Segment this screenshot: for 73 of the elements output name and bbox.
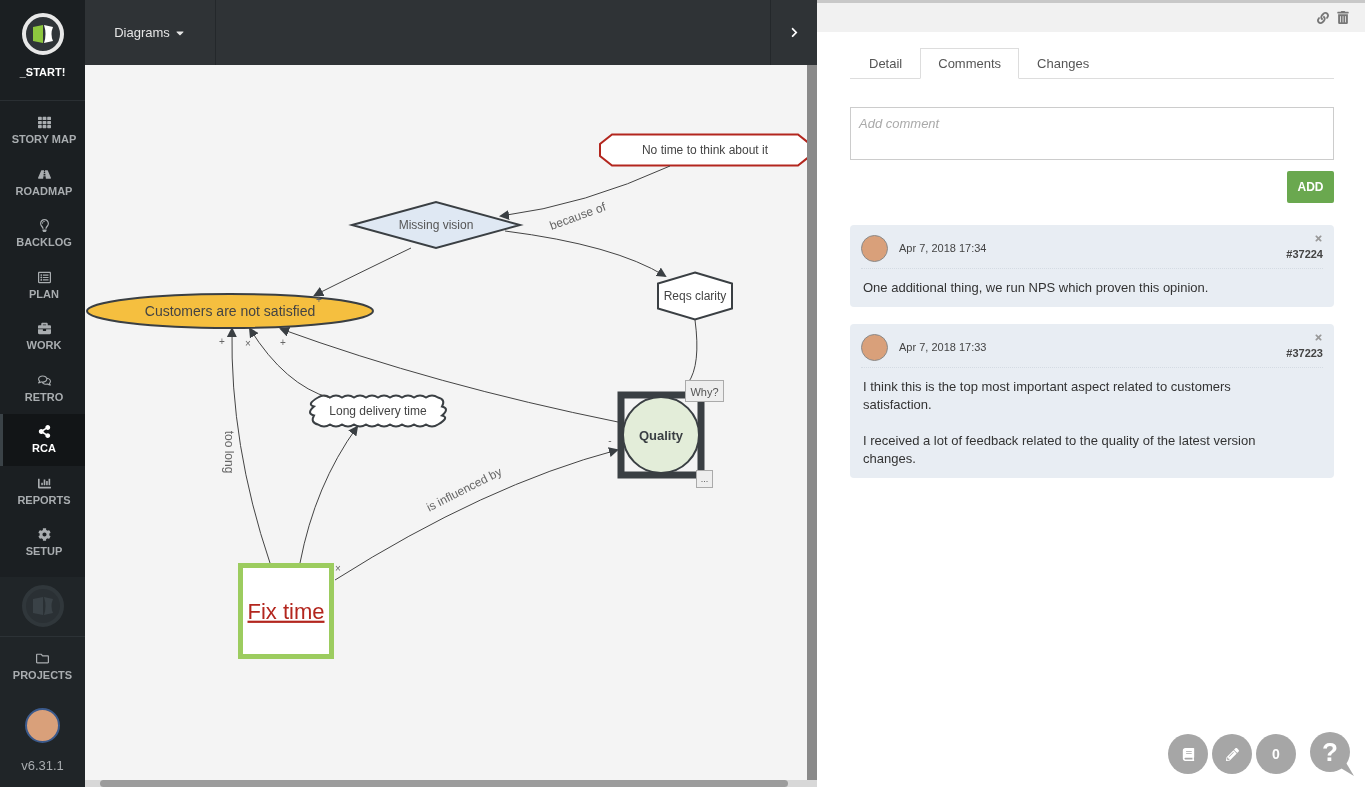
nav-item[interactable]: REPORTS: [0, 465, 85, 517]
share-icon: [37, 425, 51, 439]
node-label: Reqs clarity: [663, 289, 727, 304]
briefcase-icon: [37, 322, 51, 336]
horizontal-scrollbar[interactable]: [85, 780, 817, 787]
connector-sign: ×: [335, 563, 341, 574]
connector-arrow[interactable]: [248, 327, 331, 399]
comment-text: I received a lot of feedback related to the quality of the latest version changes.: [862, 432, 1257, 468]
connector-sign: +: [280, 337, 286, 348]
close-icon[interactable]: [1314, 333, 1323, 342]
book-button[interactable]: [1168, 734, 1208, 774]
trash-icon[interactable]: [1337, 11, 1349, 24]
faded-logo-icon: [20, 584, 65, 628]
node-label: Customers are not satisfied: [144, 302, 316, 319]
lightbulb-icon: [37, 219, 51, 233]
tab[interactable]: Comments: [920, 48, 1020, 79]
logo-icon: [20, 12, 65, 56]
connector-arrow[interactable]: [279, 326, 619, 423]
vertical-scrollbar[interactable]: [807, 65, 817, 780]
bar-chart-icon: [37, 476, 51, 490]
connector-sign: +: [219, 336, 225, 347]
tab[interactable]: Changes: [1019, 48, 1108, 79]
connector-arrow[interactable]: [299, 425, 359, 564]
connector-arrow[interactable]: [313, 247, 412, 296]
node-label: No time to think about it: [641, 143, 769, 158]
comment-number: #37224: [1286, 246, 1323, 262]
version-label: v6.31.1: [21, 756, 64, 775]
node-link[interactable]: Fix time: [247, 598, 325, 624]
logo-label: _START!: [19, 65, 66, 80]
node-label: Long delivery time: [329, 404, 427, 419]
node-label: Quality: [638, 427, 684, 443]
avatar: [861, 235, 888, 262]
comment-field[interactable]: Add comment: [850, 107, 1334, 160]
tab[interactable]: Detail: [851, 48, 921, 79]
road-icon: [37, 167, 51, 181]
square-node[interactable]: [238, 563, 334, 659]
diamond-node[interactable]: [348, 200, 524, 250]
comment-text: One additional thing, we run NPS which proven this opinion.: [862, 279, 1210, 297]
connector-sign: ×: [245, 338, 251, 349]
close-icon[interactable]: [1314, 234, 1323, 243]
pencil-icon: [1225, 747, 1239, 761]
link-icon[interactable]: [1317, 11, 1329, 24]
speech-bubbles-icon: [37, 373, 51, 387]
list-icon: [37, 270, 51, 284]
folder-icon: [36, 652, 49, 665]
comment-date: Apr 7, 2018 17:34: [899, 241, 987, 257]
nav-item[interactable]: WORK: [0, 311, 85, 363]
nav-item[interactable]: SETUP: [0, 517, 85, 569]
cloud-node[interactable]: [309, 394, 447, 428]
hexagon-node[interactable]: [657, 271, 733, 321]
comment-date: Apr 7, 2018 17:33: [899, 340, 987, 356]
comment-text: I think this is the top most important aspect related to customers satisfaction.: [862, 378, 1232, 414]
avatar: [861, 334, 888, 361]
projects-nav-item[interactable]: PROJECTS: [12, 636, 73, 697]
why-button[interactable]: Why?: [685, 380, 724, 402]
connector-label: too long: [222, 430, 236, 474]
pencil-button[interactable]: [1212, 734, 1252, 774]
nav-item[interactable]: RCA: [0, 414, 85, 466]
book-icon: [1181, 747, 1195, 761]
grid-icon: [37, 116, 51, 130]
node-label: Missing vision: [398, 218, 474, 233]
more-button[interactable]: ...: [696, 470, 713, 488]
nav-item[interactable]: BACKLOG: [0, 208, 85, 260]
ellipse-node[interactable]: [86, 293, 374, 329]
connector-sign: -: [608, 435, 612, 446]
gear-icon: [37, 528, 51, 542]
nav-item[interactable]: RETRO: [0, 362, 85, 414]
nav-item[interactable]: ROADMAP: [0, 156, 85, 208]
comment-number: #37223: [1286, 345, 1323, 361]
nav-item[interactable]: PLAN: [0, 259, 85, 311]
nav-item[interactable]: STORY MAP: [0, 105, 85, 157]
avatar[interactable]: [25, 707, 60, 743]
octagon-node[interactable]: [599, 133, 807, 167]
